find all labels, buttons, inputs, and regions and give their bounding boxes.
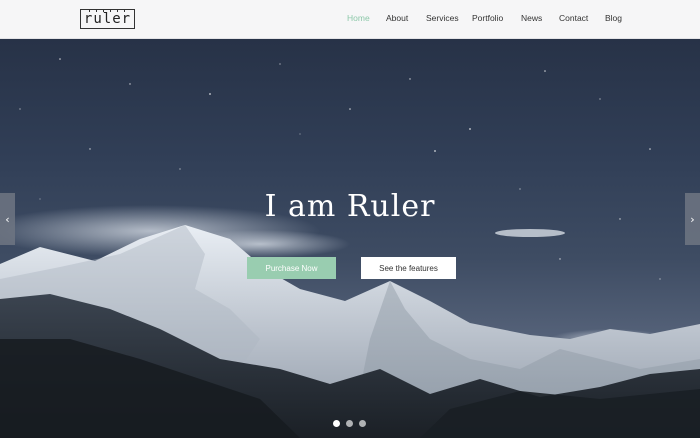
chevron-right-icon: › [690,212,695,226]
nav-news[interactable]: News [521,13,542,23]
main-nav: Home About Services Portfolio News Conta… [0,0,700,39]
slider-next-button[interactable]: › [685,193,700,245]
slider-prev-button[interactable]: ‹ [0,193,15,245]
nav-about[interactable]: About [386,13,408,23]
chevron-left-icon: ‹ [5,212,10,226]
see-features-button[interactable]: See the features [361,257,456,279]
nav-blog[interactable]: Blog [605,13,622,23]
slider-dot-1[interactable] [333,420,340,427]
mountain-background-image [0,58,700,438]
nav-portfolio[interactable]: Portfolio [472,13,503,23]
nav-services[interactable]: Services [426,13,459,23]
purchase-now-button[interactable]: Purchase Now [247,257,336,279]
nav-contact[interactable]: Contact [559,13,588,23]
nav-home[interactable]: Home [347,13,370,23]
slider-pagination [333,420,366,427]
hero-slider: I am Ruler Purchase Now See the features… [0,39,700,438]
slider-dot-3[interactable] [359,420,366,427]
site-header: ruler Home About Services Portfolio News… [0,0,700,39]
slider-dot-2[interactable] [346,420,353,427]
hero-title: I am Ruler [264,189,436,224]
